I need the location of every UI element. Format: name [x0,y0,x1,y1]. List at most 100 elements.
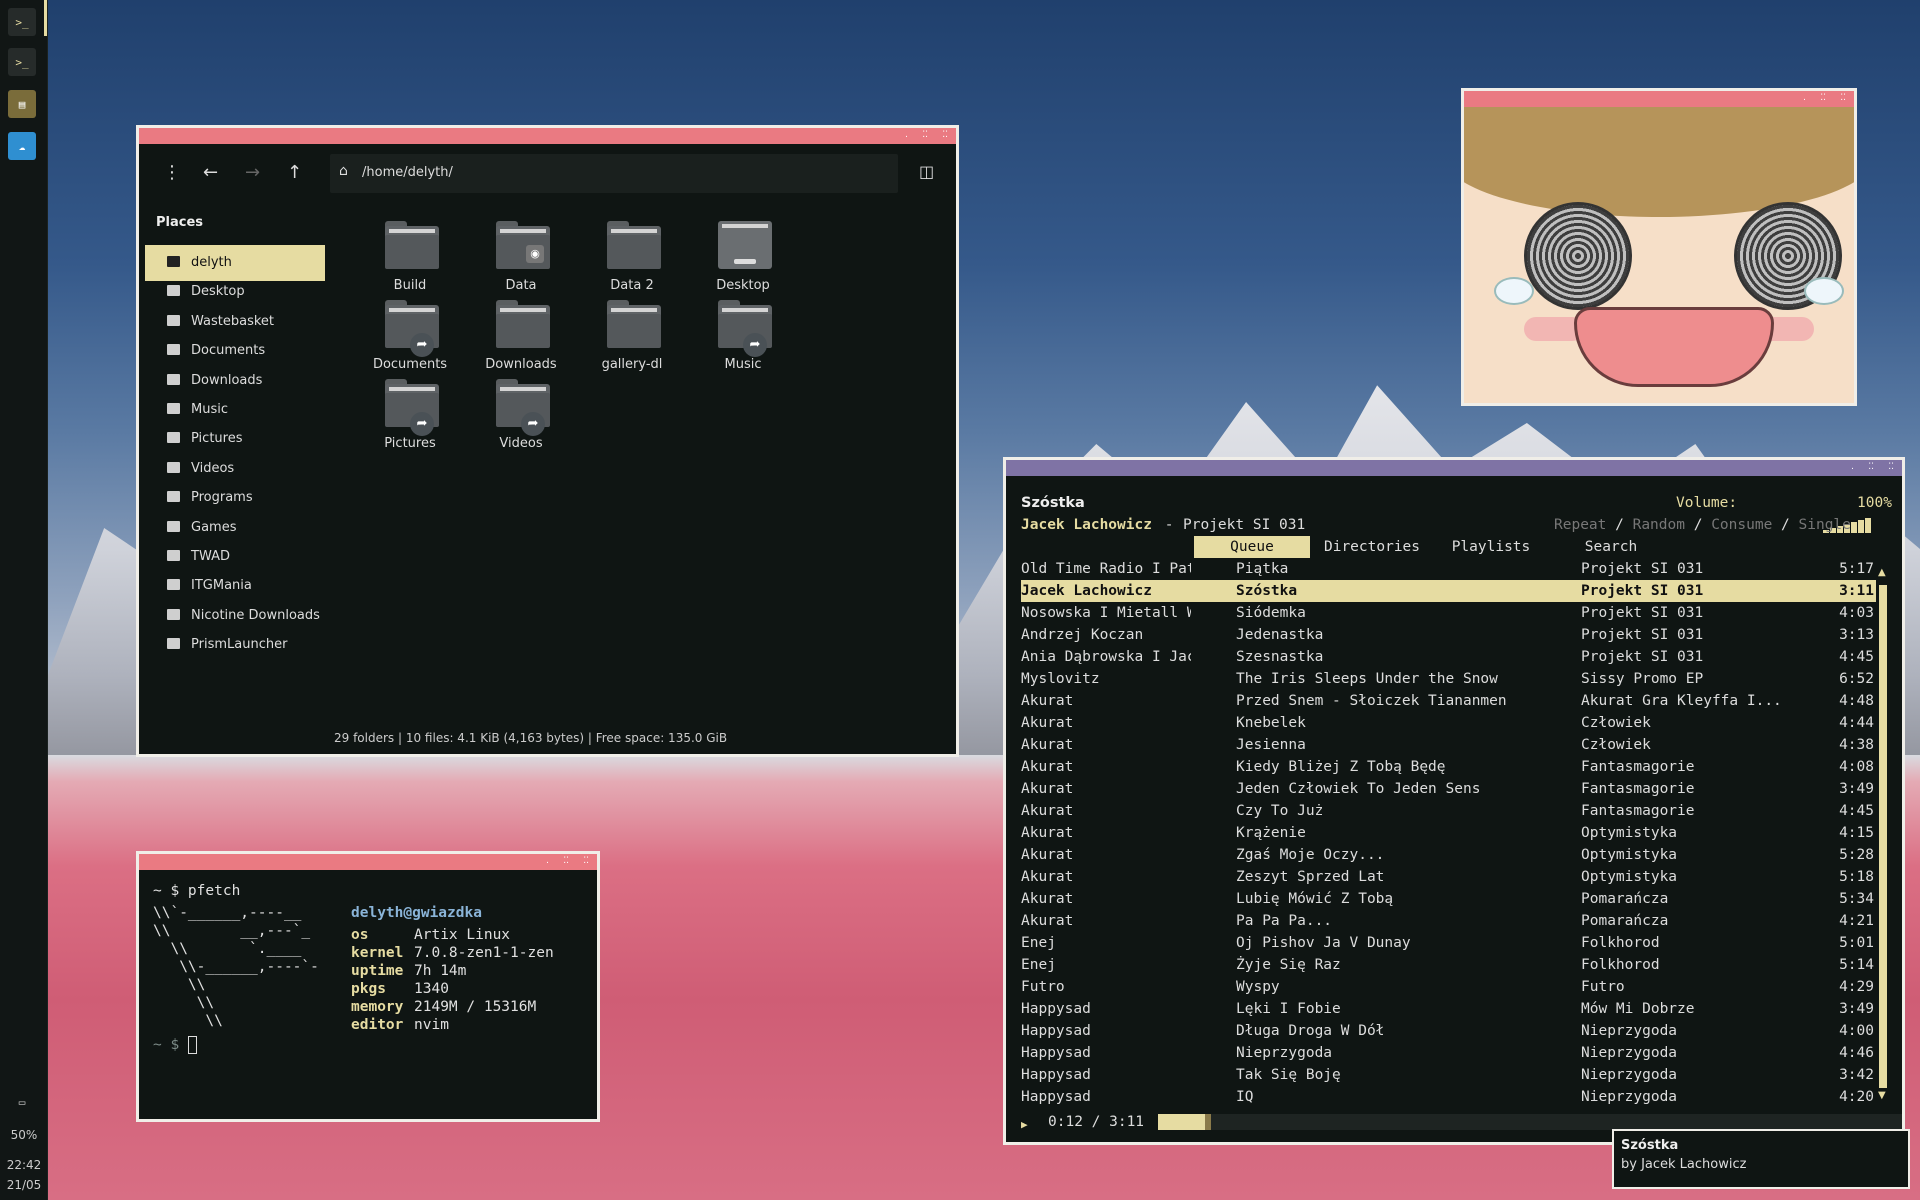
minimize-icon[interactable]: . [1803,92,1806,104]
titlebar[interactable]: . ⁚⁚ ⁚⁚ [139,128,956,144]
image-viewer-icon[interactable]: ☁ [8,132,36,160]
queue-row[interactable]: Jacek Lachowicz Szóstka Projekt SI 031 3:11 [1021,580,1876,602]
progress-fill [1158,1114,1205,1130]
up-icon[interactable]: ↑ [287,162,302,183]
queue-title: Przed Snem - Słoiczek Tiananmen [1236,693,1507,709]
folder-icon [167,491,180,503]
file-manager-icon[interactable]: ▤ [8,90,36,118]
queue-row[interactable]: Akurat Krążenie Optymistyka 4:15 [1021,822,1876,844]
queue-row[interactable]: Akurat Lubię Mówić Z Tobą Pomarańcza 5:34 [1021,888,1876,910]
queue-row[interactable]: Enej Żyje Się Raz Folkhorod 5:14 [1021,954,1876,976]
scroll-down-icon[interactable]: ▼ [1878,1090,1886,1101]
mode-repeat[interactable]: Repeat [1554,517,1606,533]
folder-item[interactable]: ➦ Pictures [350,369,470,464]
titlebar[interactable]: . ⁚⁚ ⁚⁚ [1464,91,1854,107]
queue-album: Fantasmagorie [1581,759,1695,775]
queue-row[interactable]: Akurat Zeszyt Sprzed Lat Optymistyka 5:18 [1021,866,1876,888]
volume-indicator[interactable]: 50% [0,1128,48,1142]
location-bar[interactable]: ⌂ /home/delyth/ [330,154,898,193]
close-icon[interactable]: ⁚⁚ [942,129,948,141]
mode-random[interactable]: Random [1633,517,1685,533]
mouth [1574,307,1774,387]
scroll-up-icon[interactable]: ▲ [1878,567,1886,578]
queue-row[interactable]: Futro Wyspy Futro 4:29 [1021,976,1876,998]
notification-popup[interactable]: Szóstka by Jacek Lachowicz [1612,1129,1910,1189]
music-player-window[interactable]: . ⁚⁚ ⁚⁚ Szóstka Volume: 100% Jacek Lacho… [1003,457,1905,1145]
folder-item[interactable]: ➦ Music [683,290,803,385]
folder-item[interactable]: gallery-dl [572,290,692,385]
queue-row[interactable]: Happysad IQ Nieprzygoda 4:20 [1021,1086,1876,1108]
queue-duration: 5:34 [1839,891,1874,907]
scrollbar[interactable] [1879,585,1887,1088]
file-manager-window: . ⁚⁚ ⁚⁚ ⋮ ← → ↑ ⌂ /home/delyth/ ◫ Places… [136,125,959,757]
symlink-icon: ➦ [410,412,434,436]
location-path[interactable]: /home/delyth/ [362,165,453,180]
queue-row[interactable]: Akurat Jesienna Człowiek 4:38 [1021,734,1876,756]
queue-row[interactable]: Akurat Zgaś Moje Oczy... Optymistyka 5:28 [1021,844,1876,866]
terminal-icon[interactable]: >_ [8,48,36,76]
close-icon[interactable]: ⁚⁚ [1840,92,1846,104]
queue-album: Nieprzygoda [1581,1089,1678,1105]
queue-row[interactable]: Akurat Pa Pa Pa... Pomarańcza 4:21 [1021,910,1876,932]
queue-row[interactable]: Enej Oj Pishov Ja V Dunay Folkhorod 5:01 [1021,932,1876,954]
queue-row[interactable]: Nosowska I Mietall W... Siódemka Projekt S… [1021,602,1876,624]
queue-row[interactable]: Old Time Radio I Pat Piątka Projekt SI 031… [1021,558,1876,580]
queue-row[interactable]: Happysad Tak Się Boję Nieprzygoda 3:42 [1021,1064,1876,1086]
queue-row[interactable]: Andrzej Koczan Jedenastka Projekt SI 031 3:… [1021,624,1876,646]
maximize-icon[interactable]: ⁚⁚ [922,129,928,141]
queue-row[interactable]: Akurat Przed Snem - Słoiczek Tiananmen Aku… [1021,690,1876,712]
tab-search[interactable]: Search [1551,536,1671,558]
clock-time[interactable]: 22:42 [0,1158,48,1172]
now-playing-album: Projekt SI 031 [1183,517,1306,533]
split-view-icon[interactable]: ◫ [919,162,934,181]
back-icon[interactable]: ← [203,162,218,183]
queue-title: Żyje Się Raz [1236,957,1341,973]
queue-row[interactable]: Happysad Lęki I Fobie Mów Mi Dobrze 3:49 [1021,998,1876,1020]
play-icon[interactable]: ▶ [1021,1114,1028,1136]
minimize-icon[interactable]: . [1851,461,1854,473]
queue-row[interactable]: Akurat Czy To Już Fantasmagorie 4:45 [1021,800,1876,822]
tab-playlists[interactable]: Playlists [1428,536,1554,558]
maximize-icon[interactable]: ⁚⁚ [563,855,569,867]
forward-icon[interactable]: → [245,162,260,183]
queue-artist: Akurat [1021,781,1074,797]
progress-knob[interactable] [1205,1114,1211,1130]
queue-row[interactable]: Happysad Nieprzygoda Nieprzygoda 4:46 [1021,1042,1876,1064]
queue-album: Fantasmagorie [1581,803,1695,819]
queue-row[interactable]: Happysad Długa Droga W Dół Nieprzygoda 4:00 [1021,1020,1876,1042]
close-icon[interactable]: ⁚⁚ [1888,461,1894,473]
symlink-icon: ➦ [410,333,434,357]
folder-icon [167,432,180,444]
queue-duration: 5:17 [1839,561,1874,577]
queue-row[interactable]: Akurat Kiedy Bliżej Z Tobą Będę Fantasmago… [1021,756,1876,778]
maximize-icon[interactable]: ⁚⁚ [1868,461,1874,473]
terminal-icon[interactable]: >_ [8,8,36,36]
tab-directories[interactable]: Directories [1308,536,1436,558]
image-viewer-window: . ⁚⁚ ⁚⁚ [1461,88,1857,406]
sidebar-item-prismlauncher[interactable]: PrismLauncher [145,627,325,663]
minimize-icon[interactable]: . [546,855,549,867]
clock-date[interactable]: 21/05 [0,1178,48,1192]
folder-icon [167,579,180,591]
queue-title: Krążenie [1236,825,1306,841]
titlebar[interactable]: . ⁚⁚ ⁚⁚ [1006,460,1902,476]
terminal-prompt[interactable]: ~ $ [153,1034,197,1056]
folder-item[interactable]: ➦ Videos [461,369,581,464]
mode-single[interactable]: Single [1799,517,1851,533]
now-playing-artist: Jacek Lachowicz [1021,517,1152,533]
queue-row[interactable]: Myslovitz The Iris Sleeps Under the Snow S… [1021,668,1876,690]
progress-bar[interactable] [1158,1114,1902,1130]
queue-row[interactable]: Ania Dąbrowska I Jac... Szesnastka Projekt… [1021,646,1876,668]
titlebar[interactable]: . ⁚⁚ ⁚⁚ [139,854,597,870]
queue-row[interactable]: Akurat Jeden Człowiek To Jeden Sens Fantas… [1021,778,1876,800]
menu-icon[interactable]: ⋮ [163,162,181,183]
close-icon[interactable]: ⁚⁚ [583,855,589,867]
mode-consume[interactable]: Consume [1711,517,1772,533]
terminal-window[interactable]: . ⁚⁚ ⁚⁚ ~ $ pfetch \\`-______,----__ \\ _… [136,851,600,1122]
maximize-icon[interactable]: ⁚⁚ [1820,92,1826,104]
minimize-icon[interactable]: . [905,129,908,141]
queue-row[interactable]: Akurat Knebelek Człowiek 4:44 [1021,712,1876,734]
tab-queue[interactable]: Queue [1194,536,1310,558]
queue-album: Folkhorod [1581,935,1660,951]
monitor-icon[interactable]: ▭ [8,1088,36,1116]
